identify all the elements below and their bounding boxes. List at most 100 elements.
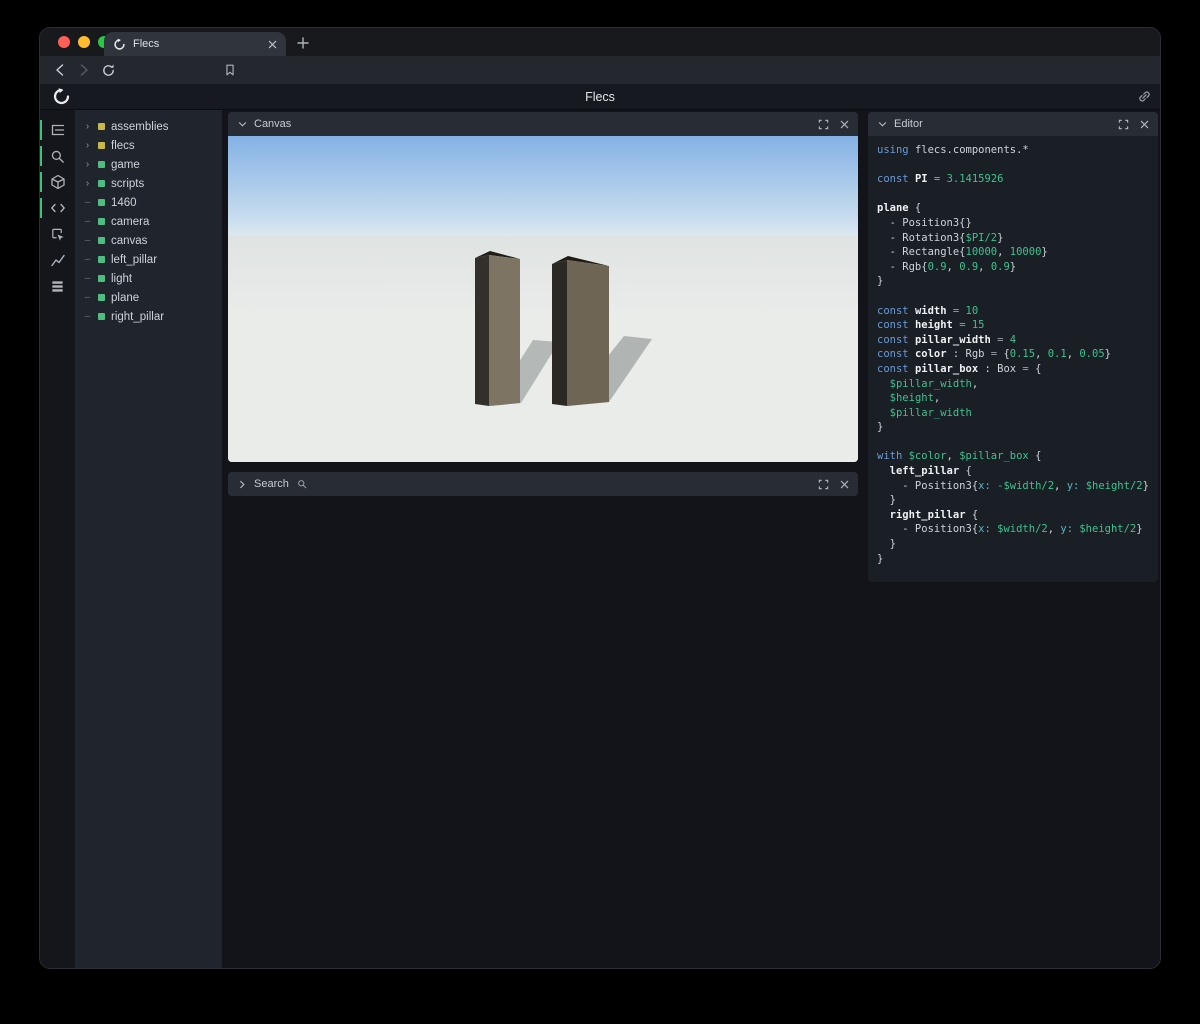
tree-item-canvas[interactable]: – canvas [75,231,222,250]
code-line[interactable]: const PI = 3.1415926 [877,172,1158,187]
expand-chevron-icon[interactable]: › [83,159,92,170]
code-line[interactable]: - Rgb{0.9, 0.9, 0.9} [877,260,1158,275]
code-line[interactable]: - Position3{} [877,216,1158,231]
tree-item-light[interactable]: – light [75,269,222,288]
entity-label: camera [111,215,150,228]
code-line[interactable] [877,289,1158,304]
search-panel-header: Search [228,472,858,496]
code-line[interactable]: } [877,552,1158,567]
code-line[interactable]: right_pillar { [877,508,1158,523]
code-line[interactable]: $height, [877,391,1158,406]
inspect-icon[interactable] [40,221,75,247]
expand-chevron-icon[interactable]: › [83,121,92,132]
code-line[interactable]: } [877,537,1158,552]
code-line[interactable] [877,187,1158,202]
tree-item-plane[interactable]: – plane [75,288,222,307]
close-window-button[interactable] [58,36,70,48]
expand-chevron-icon[interactable]: › [83,178,92,189]
code-line[interactable]: $pillar_width, [877,377,1158,392]
canvas-panel-title: Canvas [254,118,292,130]
code-icon[interactable] [40,195,75,221]
entity-label: right_pillar [111,310,165,323]
chevron-right-icon[interactable] [236,478,248,490]
tab-title: Flecs [133,38,160,50]
chevron-down-icon[interactable] [876,118,888,130]
expand-icon[interactable] [817,478,829,490]
tree-item-camera[interactable]: – camera [75,212,222,231]
code-line[interactable] [877,435,1158,450]
code-line[interactable]: - Position3{x: $width/2, y: $height/2} [877,522,1158,537]
entity-label: scripts [111,177,145,190]
close-icon[interactable] [838,118,850,130]
tree-item-1460[interactable]: – 1460 [75,193,222,212]
tab-close-icon[interactable] [268,40,277,49]
entity-label: game [111,158,140,171]
tree-icon[interactable] [40,117,75,143]
rows-icon[interactable] [40,273,75,299]
browser-tab[interactable]: Flecs [104,32,286,56]
canvas-panel: Canvas [228,112,858,462]
chart-icon[interactable] [40,247,75,273]
expand-icon[interactable] [817,118,829,130]
entity-tree: › assemblies › flecs › game › scripts – 1460 – came… [75,110,222,968]
close-icon[interactable] [1138,118,1150,130]
tree-item-game[interactable]: › game [75,155,222,174]
code-line[interactable]: } [877,420,1158,435]
close-icon[interactable] [838,478,850,490]
reload-icon[interactable] [98,60,118,80]
leaf-dash-icon: – [84,272,91,284]
code-line[interactable]: using flecs.components.* [877,143,1158,158]
browser-window: Flecs flecs.dev/explorer/?wasm=https://w… [40,28,1160,968]
code-line[interactable]: } [877,493,1158,508]
code-line[interactable]: with $color, $pillar_box { [877,449,1158,464]
entity-color-square [98,275,105,282]
code-line[interactable]: const height = 15 [877,318,1158,333]
entity-label: plane [111,291,140,304]
code-line[interactable]: plane { [877,201,1158,216]
code-line[interactable]: left_pillar { [877,464,1158,479]
entity-color-square [98,161,105,168]
tree-item-right_pillar[interactable]: – right_pillar [75,307,222,326]
chevron-down-icon[interactable] [236,118,248,130]
code-line[interactable]: const width = 10 [877,304,1158,319]
tree-item-scripts[interactable]: › scripts [75,174,222,193]
search-panel: Search [228,472,858,496]
code-line[interactable]: const pillar_box : Box = { [877,362,1158,377]
app-title: Flecs [585,90,615,104]
code-line[interactable]: - Rotation3{$PI/2} [877,231,1158,246]
tree-item-left_pillar[interactable]: – left_pillar [75,250,222,269]
entity-label: 1460 [111,196,137,209]
code-line[interactable]: const color : Rgb = {0.15, 0.1, 0.05} [877,347,1158,362]
entity-label: left_pillar [111,253,158,266]
entity-color-square [98,199,105,206]
tree-item-flecs[interactable]: › flecs [75,136,222,155]
code-line[interactable]: const pillar_width = 4 [877,333,1158,348]
expand-chevron-icon[interactable]: › [83,140,92,151]
code-line[interactable]: $pillar_width [877,406,1158,421]
entity-color-square [98,218,105,225]
editor-panel: Editor using flecs.components.* const PI… [868,112,1158,582]
magnifier-icon [297,479,307,489]
expand-icon[interactable] [1117,118,1129,130]
editor-panel-title: Editor [894,118,923,130]
code-line[interactable]: - Rectangle{10000, 10000} [877,245,1158,260]
cube-icon[interactable] [40,169,75,195]
editor-code[interactable]: using flecs.components.* const PI = 3.14… [868,136,1158,582]
entity-label: canvas [111,234,148,247]
code-line[interactable]: - Position3{x: -$width/2, y: $height/2} [877,479,1158,494]
forward-icon[interactable] [74,60,94,80]
back-icon[interactable] [50,60,70,80]
code-line[interactable] [877,158,1158,173]
canvas-3d-scene[interactable] [228,136,858,462]
link-icon[interactable] [1137,89,1152,104]
tree-item-assemblies[interactable]: › assemblies [75,117,222,136]
code-line[interactable]: } [877,274,1158,289]
browser-toolbar: flecs.dev/explorer/?wasm=https://www.fle… [40,56,1160,109]
search-icon[interactable] [40,143,75,169]
entity-color-square [98,180,105,187]
bookmark-icon[interactable] [220,60,240,80]
leaf-dash-icon: – [84,310,91,322]
leaf-dash-icon: – [84,291,91,303]
new-tab-button[interactable] [294,34,311,51]
minimize-window-button[interactable] [78,36,90,48]
